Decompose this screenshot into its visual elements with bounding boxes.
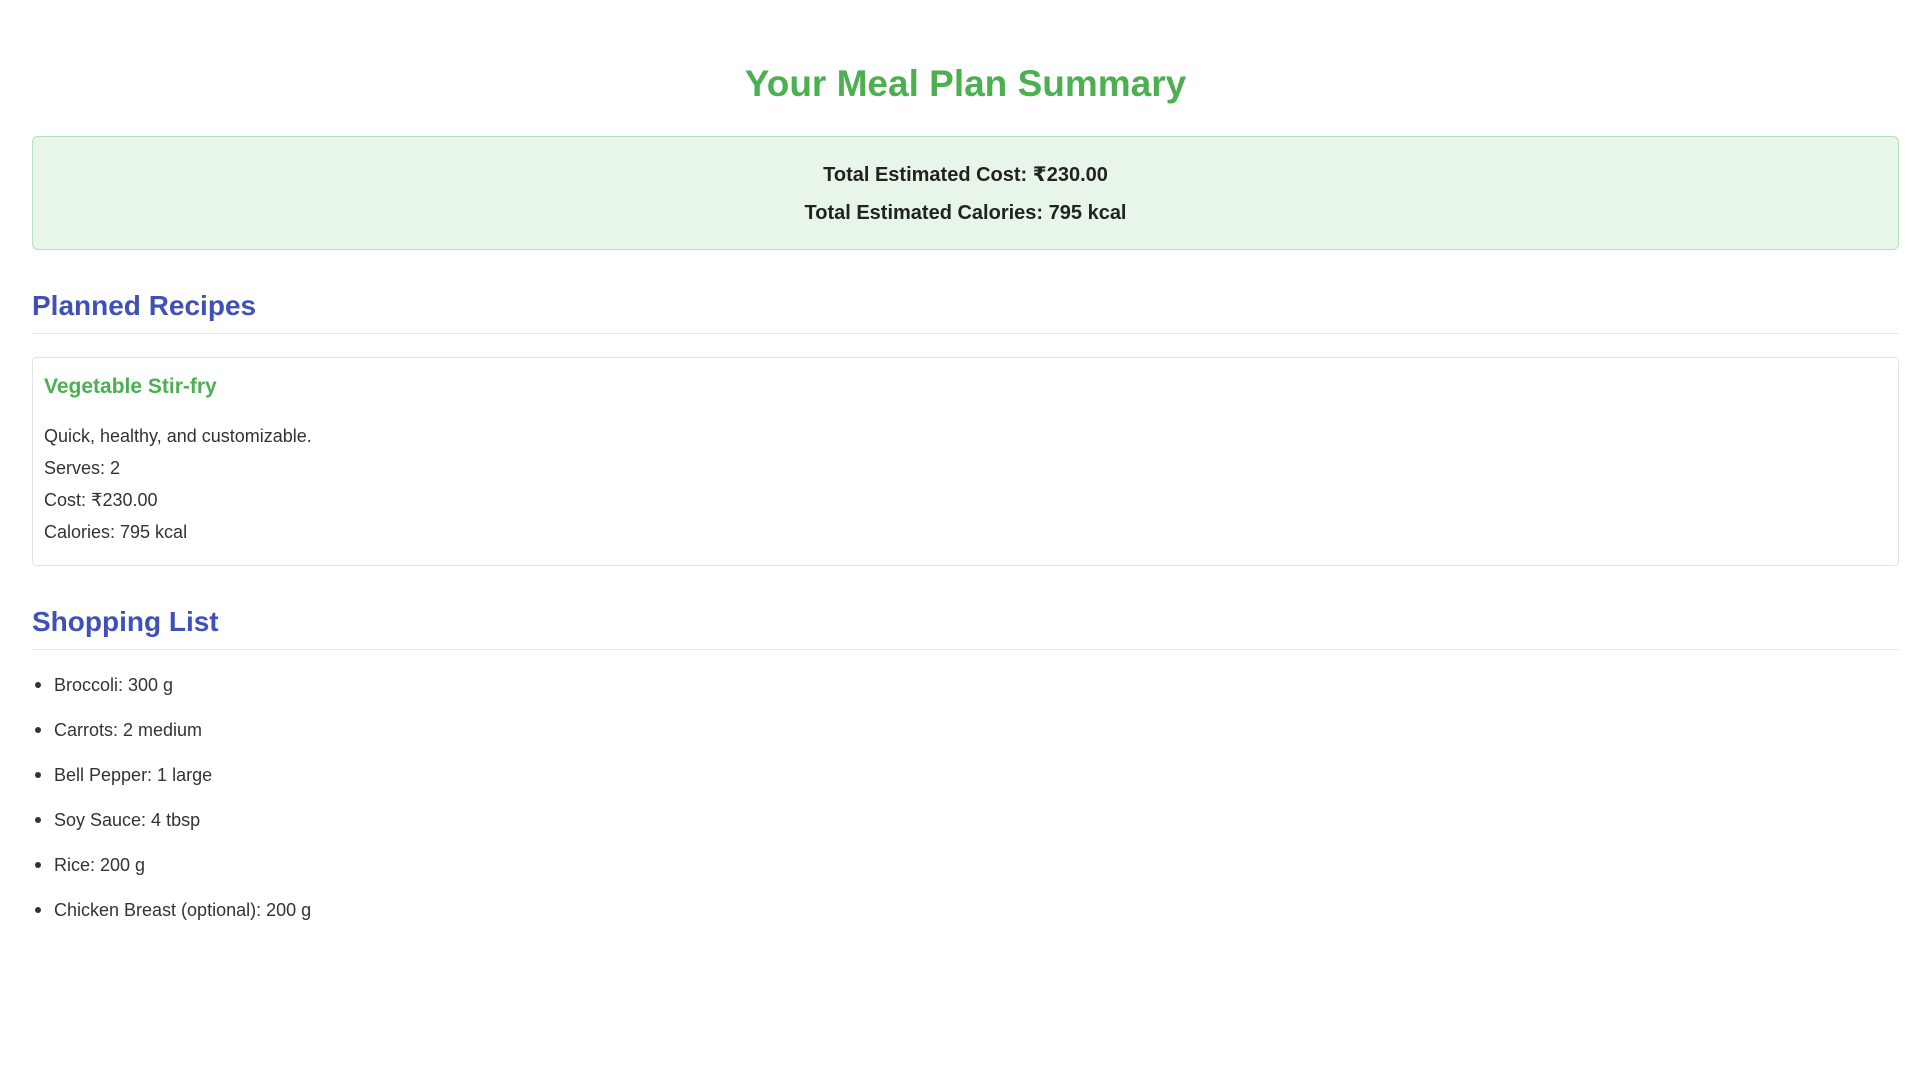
bullet-icon [35, 907, 41, 913]
bullet-icon [35, 862, 41, 868]
list-item: Carrots: 2 medium [32, 719, 1899, 764]
list-item: Broccoli: 300 g [32, 674, 1899, 719]
recipe-card: Vegetable Stir-fry Quick, healthy, and c… [32, 357, 1899, 566]
totals-summary-box: Total Estimated Cost: ₹230.00 Total Esti… [32, 136, 1899, 250]
list-item: Rice: 200 g [32, 854, 1899, 899]
shopping-list-heading: Shopping List [32, 605, 1899, 650]
list-item-label: Chicken Breast (optional): 200 g [54, 900, 312, 920]
list-item: Bell Pepper: 1 large [32, 764, 1899, 809]
recipe-cost: Cost: ₹230.00 [44, 490, 158, 510]
meal-plan-container: Your Meal Plan Summary Total Estimated C… [32, 0, 1899, 944]
list-item: Chicken Breast (optional): 200 g [32, 899, 1899, 944]
bullet-icon [35, 817, 41, 823]
recipe-name[interactable]: Vegetable Stir-fry [44, 374, 1887, 400]
recipe-serves: Serves: 2 [44, 458, 121, 478]
shopping-list: Broccoli: 300 g Carrots: 2 medium Bell P… [32, 674, 1899, 944]
list-item-label: Carrots: 2 medium [54, 720, 203, 740]
total-calories-label: Total Estimated Calories: [804, 202, 1044, 224]
recipe-calories: Calories: 795 kcal [44, 522, 188, 542]
total-cost-label: Total Estimated Cost: [823, 164, 1028, 186]
total-calories-value: 795 kcal [1048, 202, 1127, 224]
total-cost: Total Estimated Cost: ₹230.00 [33, 163, 1898, 201]
bullet-icon [35, 682, 41, 688]
list-item-label: Broccoli: 300 g [54, 675, 174, 695]
planned-recipes-heading: Planned Recipes [32, 289, 1899, 334]
list-item-label: Bell Pepper: 1 large [54, 765, 213, 785]
list-item-label: Rice: 200 g [54, 855, 146, 875]
recipe-description: Quick, healthy, and customizable. [44, 426, 312, 446]
total-cost-value: ₹230.00 [1032, 164, 1108, 186]
list-item: Soy Sauce: 4 tbsp [32, 809, 1899, 854]
bullet-icon [35, 727, 41, 733]
page-title: Your Meal Plan Summary [744, 63, 1187, 104]
total-calories: Total Estimated Calories: 795 kcal [33, 201, 1898, 239]
list-item-label: Soy Sauce: 4 tbsp [54, 810, 201, 830]
bullet-icon [35, 772, 41, 778]
